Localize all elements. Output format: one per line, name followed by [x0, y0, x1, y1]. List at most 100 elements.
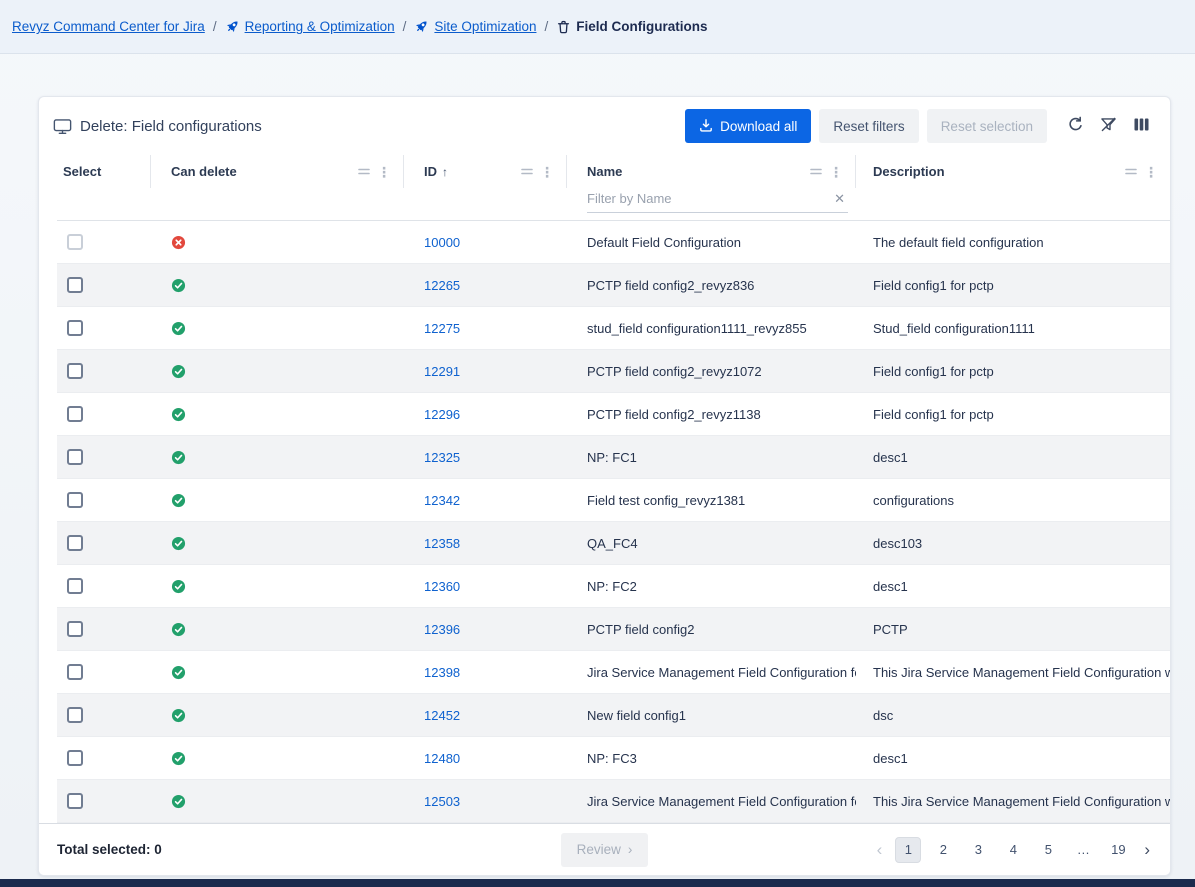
columns-button[interactable] — [1129, 112, 1154, 140]
breadcrumb-item-reporting: Reporting & Optimization — [225, 19, 395, 34]
row-select-checkbox[interactable] — [67, 707, 83, 723]
row-select-checkbox[interactable] — [67, 363, 83, 379]
pagination-ellipsis: … — [1070, 837, 1096, 863]
row-select-checkbox[interactable] — [67, 320, 83, 336]
pagination-next-button[interactable]: › — [1140, 839, 1154, 860]
row-select-checkbox[interactable] — [67, 793, 83, 809]
filter-bars-icon[interactable] — [810, 167, 822, 176]
row-name: Field test config_revyz1381 — [567, 493, 856, 508]
breadcrumb-current-field-configurations: Field Configurations — [556, 19, 707, 35]
row-id-link[interactable]: 12396 — [424, 622, 460, 637]
can-delete-yes-icon — [171, 579, 186, 594]
row-select-checkbox[interactable] — [67, 492, 83, 508]
column-menu-icon[interactable]: ⋮ — [377, 165, 391, 179]
id-cell: 10000 — [404, 235, 567, 250]
row-id-link[interactable]: 12325 — [424, 450, 460, 465]
row-select-checkbox[interactable] — [67, 449, 83, 465]
row-select-checkbox[interactable] — [67, 535, 83, 551]
row-select-checkbox[interactable] — [67, 664, 83, 680]
can-delete-cell — [151, 579, 404, 594]
header-name: Name ⋮ — [567, 155, 856, 188]
pagination-page-4[interactable]: 4 — [1000, 837, 1026, 863]
row-id-link[interactable]: 12296 — [424, 407, 460, 422]
column-menu-icon[interactable]: ⋮ — [829, 165, 843, 179]
row-name: Jira Service Management Field Configurat… — [567, 794, 856, 809]
reset-filters-button[interactable]: Reset filters — [819, 109, 918, 143]
pagination-page-2[interactable]: 2 — [930, 837, 956, 863]
filter-bars-icon[interactable] — [358, 167, 370, 176]
sort-ascending-icon[interactable]: ↑ — [442, 165, 448, 179]
row-description: configurations — [856, 493, 1170, 508]
row-id-link[interactable]: 12398 — [424, 665, 460, 680]
header-name-label: Name — [587, 164, 622, 179]
pagination-page-3[interactable]: 3 — [965, 837, 991, 863]
column-menu-icon[interactable]: ⋮ — [540, 165, 554, 179]
can-delete-yes-icon — [171, 407, 186, 422]
row-select-checkbox[interactable] — [67, 578, 83, 594]
select-cell — [57, 707, 151, 723]
review-button[interactable]: Review › — [561, 833, 649, 867]
breadcrumb-current-label: Field Configurations — [576, 19, 707, 34]
header-id[interactable]: ID ↑ ⋮ — [404, 155, 567, 188]
clear-filter-icon[interactable]: ✕ — [831, 191, 848, 211]
filter-off-icon — [1100, 116, 1117, 136]
can-delete-cell — [151, 794, 404, 809]
row-id-link[interactable]: 12275 — [424, 321, 460, 336]
filter-bars-icon[interactable] — [521, 167, 533, 176]
row-id-link[interactable]: 12360 — [424, 579, 460, 594]
column-menu-icon[interactable]: ⋮ — [1144, 165, 1158, 179]
can-delete-yes-icon — [171, 794, 186, 809]
row-id-link[interactable]: 12452 — [424, 708, 460, 723]
pagination-page-5[interactable]: 5 — [1035, 837, 1061, 863]
table-row: 12358 QA_FC4 desc103 — [57, 522, 1170, 565]
row-select-checkbox[interactable] — [67, 750, 83, 766]
refresh-button[interactable] — [1063, 112, 1088, 140]
can-delete-cell — [151, 493, 404, 508]
clear-filters-button[interactable] — [1096, 112, 1121, 140]
row-select-checkbox[interactable] — [67, 277, 83, 293]
row-id-link[interactable]: 10000 — [424, 235, 460, 250]
row-select-checkbox[interactable] — [67, 621, 83, 637]
row-id-link[interactable]: 12480 — [424, 751, 460, 766]
row-description: desc1 — [856, 450, 1170, 465]
row-id-link[interactable]: 12358 — [424, 536, 460, 551]
row-description: Field config1 for pctp — [856, 407, 1170, 422]
breadcrumb-link-home[interactable]: Revyz Command Center for Jira — [12, 19, 205, 34]
select-cell — [57, 320, 151, 336]
download-all-button[interactable]: Download all — [685, 109, 811, 143]
select-cell — [57, 535, 151, 551]
row-description: desc1 — [856, 751, 1170, 766]
id-cell: 12503 — [404, 794, 567, 809]
table-row: 12265 PCTP field config2_revyz836 Field … — [57, 264, 1170, 307]
id-cell: 12265 — [404, 278, 567, 293]
pagination-prev-button[interactable]: ‹ — [873, 839, 887, 860]
breadcrumb-link-site-optimization[interactable]: Site Optimization — [434, 19, 536, 34]
breadcrumb-link-reporting[interactable]: Reporting & Optimization — [245, 19, 395, 34]
row-description: This Jira Service Management Field Confi… — [856, 665, 1170, 680]
select-cell — [57, 578, 151, 594]
row-description: desc1 — [856, 579, 1170, 594]
pagination-page-19[interactable]: 19 — [1105, 837, 1131, 863]
select-cell — [57, 750, 151, 766]
bottom-edge-bar — [0, 879, 1195, 887]
header-can-delete: Can delete ⋮ — [151, 155, 404, 188]
top-bar: Revyz Command Center for Jira / Reportin… — [0, 0, 1195, 54]
page-body: Delete: Field configurations Download al… — [0, 54, 1195, 876]
pagination-page-1[interactable]: 1 — [895, 837, 921, 863]
toolbar-actions: Download all Reset filters Reset selecti… — [685, 109, 1154, 143]
row-select-checkbox[interactable] — [67, 406, 83, 422]
row-name: PCTP field config2 — [567, 622, 856, 637]
row-id-link[interactable]: 12503 — [424, 794, 460, 809]
row-id-link[interactable]: 12342 — [424, 493, 460, 508]
reset-selection-button[interactable]: Reset selection — [927, 109, 1047, 143]
can-delete-cell — [151, 364, 404, 379]
can-delete-cell — [151, 536, 404, 551]
row-id-link[interactable]: 12291 — [424, 364, 460, 379]
row-id-link[interactable]: 12265 — [424, 278, 460, 293]
filter-bars-icon[interactable] — [1125, 167, 1137, 176]
row-select-checkbox[interactable] — [67, 234, 83, 250]
header-select: Select — [57, 155, 151, 188]
select-cell — [57, 621, 151, 637]
name-filter-input[interactable] — [587, 189, 831, 212]
rocket-icon — [414, 19, 429, 34]
